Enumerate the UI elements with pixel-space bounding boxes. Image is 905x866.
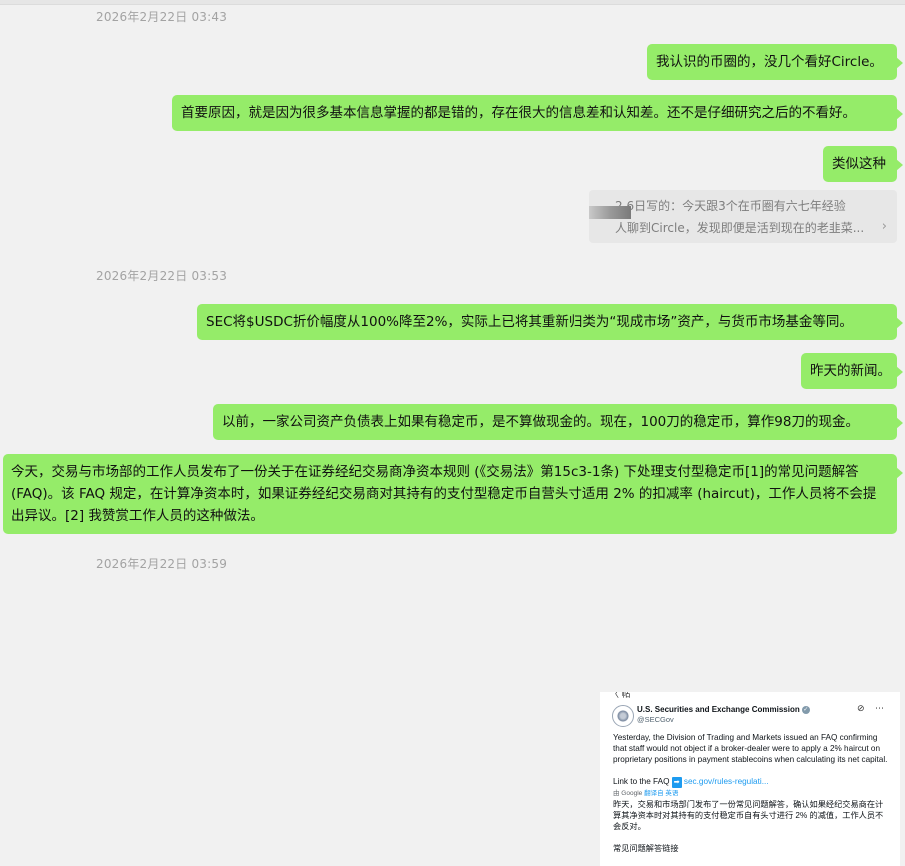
cropped-header: 〈 帖 [610,692,631,699]
post-text: Yesterday, the Division of Trading and M… [613,733,888,764]
timestamp: 2026年2月22日 03:43 [96,10,228,24]
post-actions-icon: ⊘ ⋯ [856,703,888,713]
quote-line-1: 2.6日写的：今天跟3个在币圈有六七年经验 [615,199,846,213]
arrow-right-icon: ➡ [671,777,682,788]
timestamp: 2026年2月22日 03:53 [96,269,228,283]
image-message[interactable]: 〈 帖 U.S. Securities and Exchange Commiss… [600,692,900,866]
chevron-right-icon: › [881,219,887,234]
faq-link-line: Link to the FAQ ➡ sec.gov/rules-regulati… [613,777,769,788]
quote-line-2: 人聊到Circle，发现即便是活到现在的老韭菜... [615,221,865,235]
account-handle: @SECGov [637,715,674,724]
account-name: U.S. Securities and Exchange Commission ✓ [637,705,810,714]
blurred-avatar [589,206,631,219]
faq-link: sec.gov/rules-regulati... [683,777,769,786]
sec-seal-icon [612,705,634,727]
message-text: 类似这种 [832,156,886,172]
translation-attribution: 由 Google 翻译自 英语 [613,790,679,797]
verified-badge-icon: ✓ [801,705,810,714]
message-bubble[interactable]: 我认识的币圈的，没几个看好Circle。 [647,44,903,80]
message-text: 以前，一家公司资产负债表上如果有稳定币，是不算做现金的。现在，100刀的稳定币，… [222,414,859,430]
translated-text: 昨天，交易和市场部门发布了一份常见问题解答，确认如果经纪交易商在计算其净资本时对… [613,800,884,831]
message-text: 昨天的新闻。 [810,363,891,379]
faq-link-cn: 常见问题解答链接 [613,844,679,853]
message-text: 今天，交易与市场部的工作人员发布了一份关于在证券经纪交易商净资本规则 (《交易法… [11,464,877,524]
top-divider [0,0,905,5]
message-bubble[interactable]: 首要原因，就是因为很多基本信息掌握的都是错的，存在很大的信息差和认知差。还不是仔… [172,95,903,131]
message-text: SEC将$USDC折价幅度从100%降至2%，实际上已将其重新归类为“现成市场”… [206,314,853,330]
message-text: 首要原因，就是因为很多基本信息掌握的都是错的，存在很大的信息差和认知差。还不是仔… [181,105,856,121]
message-text: 我认识的币圈的，没几个看好Circle。 [656,54,883,70]
message-bubble[interactable]: 今天，交易与市场部的工作人员发布了一份关于在证券经纪交易商净资本规则 (《交易法… [3,454,903,534]
message-bubble[interactable]: SEC将$USDC折价幅度从100%降至2%，实际上已将其重新归类为“现成市场”… [197,304,903,340]
timestamp: 2026年2月22日 03:59 [96,557,228,571]
message-bubble[interactable]: 类似这种 [823,146,903,182]
message-bubble[interactable]: 昨天的新闻。 [801,353,903,389]
post-body: Yesterday, the Division of Trading and M… [613,732,889,854]
message-bubble[interactable]: 以前，一家公司资产负债表上如果有稳定币，是不算做现金的。现在，100刀的稳定币，… [213,404,903,440]
quoted-message[interactable]: 2.6日写的：今天跟3个在币圈有六七年经验 人聊到Circle，发现即便是活到现… [589,190,897,243]
